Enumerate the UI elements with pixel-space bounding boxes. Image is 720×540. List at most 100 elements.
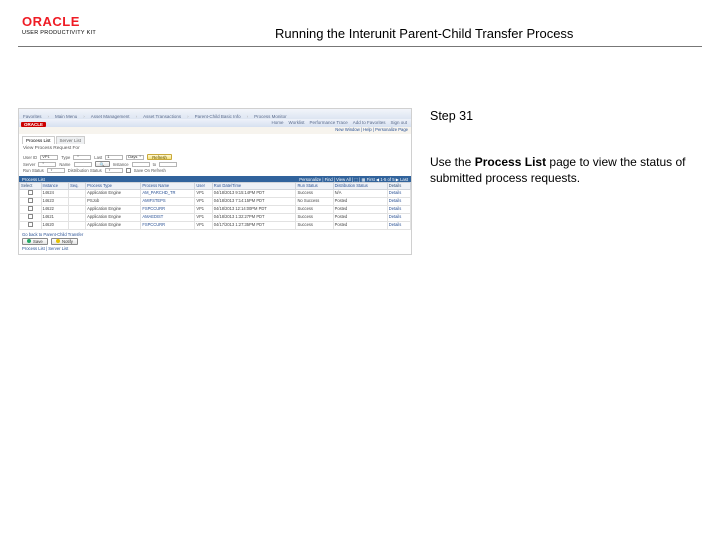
brand-kit: USER PRODUCTIVITY KIT	[22, 30, 96, 36]
new-window-links[interactable]: New Window | Help | Personalize Page	[335, 127, 408, 132]
cell-select[interactable]	[20, 213, 42, 221]
cell-pname[interactable]: AMIFSTEPS	[141, 198, 195, 206]
cell-rstat: Success	[296, 213, 333, 221]
last-unit-select[interactable]: Days	[126, 155, 144, 160]
divider	[18, 46, 702, 47]
panel-title: View Process Request For	[19, 144, 411, 153]
nav-worklist[interactable]: Worklist	[289, 120, 305, 125]
cell-user: VP1	[195, 190, 212, 198]
cell-select[interactable]	[20, 190, 42, 198]
cell-details[interactable]: Details	[387, 190, 410, 198]
last-n-field[interactable]: 1	[105, 155, 123, 160]
nav-addfav[interactable]: Add to Favorites	[353, 120, 386, 125]
label-saveonrefresh: Save On Refresh	[134, 168, 166, 173]
row-checkbox[interactable]	[28, 190, 33, 195]
cell-dstat: Posted	[333, 198, 387, 206]
cell-user: VP1	[195, 213, 212, 221]
cell-seq	[69, 205, 86, 213]
col-dstat[interactable]: Distribution Status	[333, 183, 387, 190]
cell-dstat: Posted	[333, 205, 387, 213]
save-button[interactable]: Save	[22, 238, 48, 245]
table-row: 14621 Application EngineAMAEDISTVP104/18/…	[20, 213, 411, 221]
col-rundt[interactable]: Run Date/Time	[212, 183, 296, 190]
cell-pname[interactable]: AMAEDIST	[141, 213, 195, 221]
col-user[interactable]: User	[195, 183, 212, 190]
instr-a: Use the	[430, 155, 475, 169]
instr-b: Process List	[475, 155, 546, 169]
cell-details[interactable]: Details	[387, 213, 410, 221]
cell-instance: 14623	[41, 198, 69, 206]
cell-pname[interactable]: FSPCCURR	[141, 221, 195, 229]
cell-seq	[69, 221, 86, 229]
cell-pname[interactable]: FSPCCURR	[141, 205, 195, 213]
name-lookup-button[interactable]: 🔍	[95, 161, 110, 167]
row-checkbox[interactable]	[28, 206, 33, 211]
page-title: Running the Interunit Parent-Child Trans…	[275, 26, 573, 41]
header-links: Home Worklist Performance Trace Add to F…	[272, 120, 407, 125]
filter-panel: User ID VP1 Type Last 1 Days Refresh Ser…	[19, 153, 411, 176]
cell-rundt: 04/18/2013 1:32:27PM PDT	[212, 213, 296, 221]
grid-range[interactable]: Personalize | Find | View All | ⬚ | ▦ Fi…	[299, 177, 408, 182]
runstatus-select[interactable]	[47, 168, 65, 173]
nav-perftrace[interactable]: Performance Trace	[309, 120, 347, 125]
cell-rundt: 04/17/2013 1:27:35PM PDT	[212, 221, 296, 229]
cell-select[interactable]	[20, 198, 42, 206]
goback-link[interactable]: Go back to Parent-Child Transfer	[22, 232, 83, 237]
cell-select[interactable]	[20, 205, 42, 213]
step-label: Step 31	[430, 108, 700, 126]
footer-tab-links[interactable]: Process List | Server List	[22, 246, 68, 251]
cell-select[interactable]	[20, 221, 42, 229]
type-select[interactable]	[73, 155, 91, 160]
cell-ptype: Application Engine	[86, 213, 141, 221]
col-seq[interactable]: Seq.	[69, 183, 86, 190]
nav-home[interactable]: Home	[272, 120, 284, 125]
instance-to-field[interactable]	[159, 162, 177, 167]
row-checkbox[interactable]	[28, 214, 33, 219]
cell-instance: 14624	[41, 190, 69, 198]
cell-user: VP1	[195, 221, 212, 229]
col-instance[interactable]: Instance	[41, 183, 69, 190]
instruction-text: Use the Process List page to view the st…	[430, 154, 700, 188]
cell-dstat: N/A	[333, 190, 387, 198]
label-type: Type	[61, 155, 70, 160]
nav-signout[interactable]: Sign out	[390, 120, 407, 125]
cell-details[interactable]: Details	[387, 221, 410, 229]
cell-seq	[69, 190, 86, 198]
oracle-logo: ORACLE USER PRODUCTIVITY KIT	[22, 14, 96, 36]
cell-user: VP1	[195, 198, 212, 206]
server-select[interactable]	[38, 162, 56, 167]
notify-button[interactable]: Notify	[51, 238, 78, 245]
cell-rstat: No Success	[296, 198, 333, 206]
diststatus-select[interactable]	[105, 168, 123, 173]
cell-rundt: 04/18/2013 7:14:15PM PDT	[212, 198, 296, 206]
cell-ptype: Application Engine	[86, 205, 141, 213]
name-field[interactable]	[74, 162, 92, 167]
tab-server-list[interactable]: Server List	[56, 136, 86, 144]
page-footer: Go back to Parent-Child Transfer Save No…	[19, 230, 411, 254]
cell-details[interactable]: Details	[387, 198, 410, 206]
tab-process-list[interactable]: Process List	[22, 136, 55, 144]
refresh-button[interactable]: Refresh	[147, 154, 172, 160]
cell-details[interactable]: Details	[387, 205, 410, 213]
table-row: 14624Application EngineAM_PARCHD_TRVP104…	[20, 190, 411, 198]
label-name: Name	[59, 162, 70, 167]
col-details: Details	[387, 183, 410, 190]
col-pname[interactable]: Process Name	[141, 183, 195, 190]
row-checkbox[interactable]	[28, 222, 33, 227]
cell-instance: 14620	[41, 221, 69, 229]
row-checkbox[interactable]	[28, 198, 33, 203]
cell-instance: 14621	[41, 213, 69, 221]
tab-strip: Process List Server List	[19, 134, 411, 144]
col-ptype[interactable]: Process Type	[86, 183, 141, 190]
cell-dstat: Posted	[333, 213, 387, 221]
screenshot-pane: Favorites› Main Menu› Asset Management› …	[18, 108, 412, 294]
cell-ptype: PSJob	[86, 198, 141, 206]
userid-field[interactable]: VP1	[40, 155, 58, 160]
cell-pname[interactable]: AM_PARCHD_TR	[141, 190, 195, 198]
saveonrefresh-checkbox[interactable]	[126, 168, 131, 173]
label-userid: User ID	[23, 155, 37, 160]
cell-rstat: Success	[296, 190, 333, 198]
oracle-brand-chip: ORACLE	[21, 122, 46, 127]
col-rstat[interactable]: Run Status	[296, 183, 333, 190]
instance-from-field[interactable]	[132, 162, 150, 167]
